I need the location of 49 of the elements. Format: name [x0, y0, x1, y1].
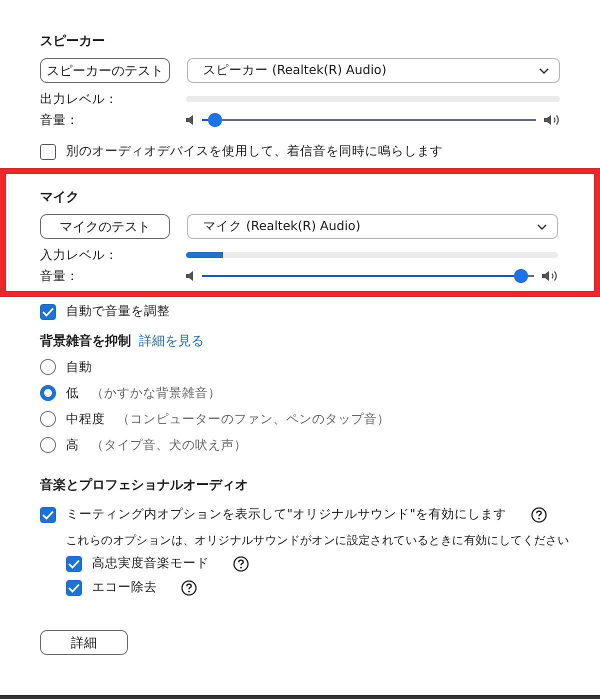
help-icon[interactable]	[530, 506, 546, 522]
speaker-high-icon	[544, 114, 560, 126]
checkbox[interactable]	[66, 556, 82, 572]
radio-button[interactable]	[40, 385, 56, 401]
volume-slider[interactable]	[202, 269, 534, 283]
learn-more-link[interactable]: 詳細を見る	[139, 332, 204, 350]
checkbox[interactable]	[40, 144, 56, 160]
section-heading: 音楽とプロフェショナルオーディオ	[39, 476, 249, 494]
speaker-low-icon	[186, 271, 194, 281]
chevron-down-icon	[539, 68, 549, 74]
checkbox[interactable]	[40, 304, 56, 320]
speaker-low-icon	[186, 115, 194, 125]
advanced-button[interactable]: 詳細	[40, 630, 128, 655]
level-label: 出力レベル：	[40, 90, 119, 108]
level-label: 入力レベル：	[40, 246, 119, 264]
help-icon[interactable]	[233, 556, 249, 572]
speaker-high-icon	[542, 270, 558, 282]
radio-label: 自動	[66, 358, 92, 376]
checkbox-label: ミーティング内オプションを表示して"オリジナルサウンド"を有効にします	[66, 506, 506, 523]
radio-button[interactable]	[40, 359, 56, 375]
device-dropdown[interactable]: スピーカー (Realtek(R) Audio)	[187, 58, 560, 83]
radio-note: （コンピューターのファン、ペンのタップ音）	[117, 410, 390, 428]
radio-button[interactable]	[40, 437, 56, 453]
radio-label: 低	[66, 384, 79, 402]
radio-label: 高	[66, 436, 79, 454]
checkbox[interactable]	[40, 506, 56, 522]
checkbox[interactable]	[66, 580, 82, 596]
chevron-down-icon	[537, 224, 547, 230]
radio-note: （タイプ音、犬の吠え声）	[91, 436, 247, 454]
test-button[interactable]: スピーカーのテスト	[40, 58, 170, 83]
checkbox-label: 自動で音量を調整	[66, 303, 170, 320]
radio-label: 中程度	[66, 410, 105, 428]
options-note: これらのオプションは、オリジナルサウンドがオンに設定されているときに有効にしてください	[65, 533, 570, 548]
test-button[interactable]: マイクのテスト	[40, 214, 170, 239]
checkbox-label: 高忠実度音楽モード	[92, 555, 209, 572]
checkbox-label: エコー除去	[92, 579, 157, 596]
section-heading: 背景雑音を抑制	[40, 332, 131, 350]
slider-thumb[interactable]	[208, 113, 222, 127]
radio-button[interactable]	[40, 411, 56, 427]
checkbox-label: 別のオーディオデバイスを使用して、着信音を同時に鳴らします	[66, 143, 443, 160]
section-heading: スピーカー	[40, 33, 106, 50]
help-icon[interactable]	[181, 580, 197, 596]
volume-label: 音量：	[40, 268, 80, 284]
volume-slider[interactable]	[202, 113, 536, 127]
device-dropdown[interactable]: マイク (Realtek(R) Audio)	[187, 214, 558, 239]
volume-label: 音量：	[40, 112, 80, 128]
slider-thumb[interactable]	[514, 269, 528, 283]
section-heading: マイク	[40, 189, 80, 206]
radio-note: （かすかな背景雑音）	[91, 384, 221, 402]
